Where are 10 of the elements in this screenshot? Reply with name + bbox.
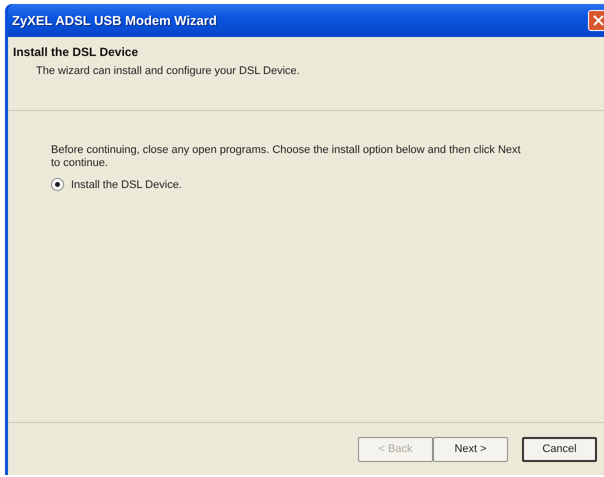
close-button[interactable] xyxy=(588,10,604,31)
header-title: Install the DSL Device xyxy=(13,45,140,59)
radio-button[interactable] xyxy=(51,178,64,191)
close-icon xyxy=(593,15,604,26)
wizard-button[interactable]: Next > xyxy=(433,436,508,462)
wizard-button[interactable]: Cancel xyxy=(522,436,597,462)
header-subtitle: The wizard can install and configure your DSL Device. xyxy=(36,65,301,77)
window-title: ZyXEL ADSL USB Modem Wizard xyxy=(12,13,217,28)
instruction-text: Before continuing, close any open programs. Choose the install option below and then click Next to continue. xyxy=(51,144,521,170)
option-label[interactable]: Install the DSL Device. xyxy=(71,178,182,190)
